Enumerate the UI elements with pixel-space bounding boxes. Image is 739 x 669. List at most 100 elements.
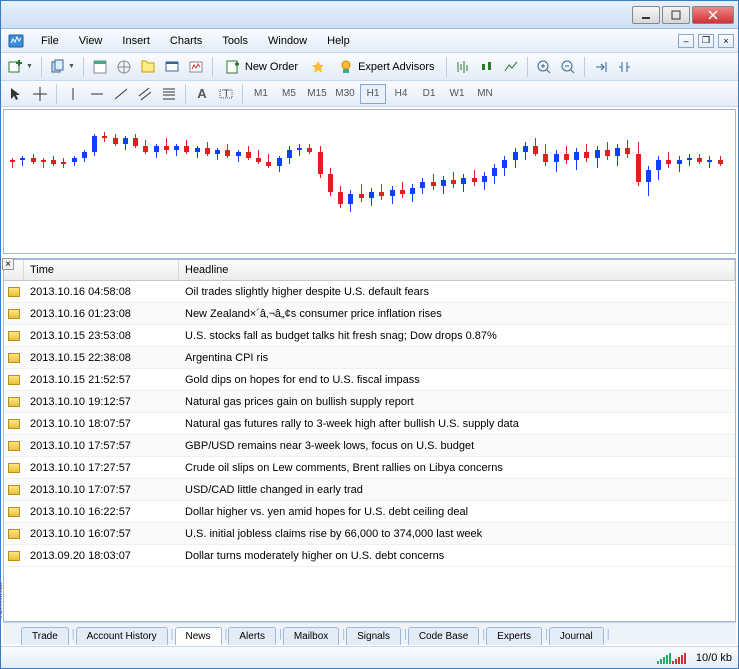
menu-window[interactable]: Window: [258, 32, 317, 50]
new-order-button[interactable]: New Order: [218, 56, 305, 78]
news-time: 2013.10.10 17:27:57: [24, 462, 179, 474]
vertical-line-tool[interactable]: [62, 83, 84, 105]
menubar: File View Insert Charts Tools Window Hel…: [1, 29, 738, 53]
terminal-tabs: Trade|Account History|News|Alerts|Mailbo…: [3, 622, 736, 644]
strategy-tester-button[interactable]: [185, 56, 207, 78]
terminal-panel: × Time Headline 2013.10.16 04:58:08Oil t…: [3, 258, 736, 644]
app-window: File View Insert Charts Tools Window Hel…: [0, 0, 739, 669]
menu-help[interactable]: Help: [317, 32, 360, 50]
toolbar-main: ▼ ▼ New Order Expert Advisors: [1, 53, 738, 81]
news-row[interactable]: 2013.10.15 21:52:57Gold dips on hopes fo…: [4, 369, 735, 391]
news-row[interactable]: 2013.10.16 01:23:08New Zealand×´â‚¬â„¢s …: [4, 303, 735, 325]
text-tool[interactable]: A: [191, 83, 213, 105]
news-time: 2013.10.15 22:38:08: [24, 352, 179, 364]
timeframe-m5[interactable]: M5: [276, 84, 302, 104]
news-headline: Gold dips on hopes for end to U.S. fisca…: [179, 374, 735, 386]
col-headline[interactable]: Headline: [179, 260, 735, 280]
auto-scroll-button[interactable]: [590, 56, 612, 78]
news-row[interactable]: 2013.10.10 16:07:57U.S. initial jobless …: [4, 523, 735, 545]
menu-view[interactable]: View: [69, 32, 113, 50]
horizontal-line-tool[interactable]: [86, 83, 108, 105]
menu-charts[interactable]: Charts: [160, 32, 212, 50]
terminal-close-button[interactable]: ×: [2, 258, 14, 270]
chart-area[interactable]: [3, 109, 736, 254]
fibonacci-tool[interactable]: [158, 83, 180, 105]
terminal-tab-code-base[interactable]: Code Base: [408, 627, 479, 645]
news-headline: GBP/USD remains near 3-week lows, focus …: [179, 440, 735, 452]
bar-chart-button[interactable]: [452, 56, 474, 78]
window-maximize-button[interactable]: [662, 6, 690, 24]
window-close-button[interactable]: [692, 6, 734, 24]
separator: [527, 57, 528, 77]
trendline-tool[interactable]: [110, 83, 132, 105]
mdi-restore-button[interactable]: ❐: [698, 34, 714, 48]
news-item-icon: [4, 287, 24, 297]
news-time: 2013.10.10 18:07:57: [24, 418, 179, 430]
menu-tools[interactable]: Tools: [212, 32, 258, 50]
zoom-in-button[interactable]: [533, 56, 555, 78]
separator: [212, 57, 213, 77]
col-time[interactable]: Time: [24, 260, 179, 280]
profiles-button[interactable]: ▼: [47, 56, 78, 78]
news-row[interactable]: 2013.10.10 17:57:57GBP/USD remains near …: [4, 435, 735, 457]
news-row[interactable]: 2013.10.10 19:12:57Natural gas prices ga…: [4, 391, 735, 413]
data-window-button[interactable]: [113, 56, 135, 78]
news-row[interactable]: 2013.10.10 17:27:57Crude oil slips on Le…: [4, 457, 735, 479]
timeframe-h1[interactable]: H1: [360, 84, 386, 104]
titlebar[interactable]: [1, 1, 738, 29]
text-label-tool[interactable]: T: [215, 83, 237, 105]
terminal-label: Terminal: [0, 582, 5, 620]
news-headline: USD/CAD little changed in early trad: [179, 484, 735, 496]
timeframe-h4[interactable]: H4: [388, 84, 414, 104]
line-chart-button[interactable]: [500, 56, 522, 78]
timeframe-m15[interactable]: M15: [304, 84, 330, 104]
timeframe-d1[interactable]: D1: [416, 84, 442, 104]
news-item-icon: [4, 463, 24, 473]
timeframe-mn[interactable]: MN: [472, 84, 498, 104]
news-grid[interactable]: Time Headline 2013.10.16 04:58:08Oil tra…: [3, 259, 736, 622]
menu-insert[interactable]: Insert: [112, 32, 160, 50]
chart-shift-button[interactable]: [614, 56, 636, 78]
terminal-tab-signals[interactable]: Signals: [346, 627, 401, 645]
expert-advisors-button[interactable]: Expert Advisors: [331, 56, 441, 78]
terminal-button[interactable]: [161, 56, 183, 78]
candlestick-button[interactable]: [476, 56, 498, 78]
news-row[interactable]: 2013.10.15 22:38:08Argentina CPI ris: [4, 347, 735, 369]
terminal-tab-news[interactable]: News: [175, 627, 222, 645]
status-traffic: 10/0 kb: [696, 652, 732, 664]
meta-quotes-button[interactable]: [307, 56, 329, 78]
terminal-tab-account-history[interactable]: Account History: [76, 627, 168, 645]
news-time: 2013.10.10 19:12:57: [24, 396, 179, 408]
news-row[interactable]: 2013.10.15 23:53:08U.S. stocks fall as b…: [4, 325, 735, 347]
new-chart-button[interactable]: ▼: [5, 56, 36, 78]
crosshair-tool[interactable]: [29, 83, 51, 105]
window-minimize-button[interactable]: [632, 6, 660, 24]
terminal-tab-journal[interactable]: Journal: [549, 627, 604, 645]
timeframe-m1[interactable]: M1: [248, 84, 274, 104]
news-row[interactable]: 2013.10.10 17:07:57USD/CAD little change…: [4, 479, 735, 501]
news-row[interactable]: 2013.10.16 04:58:08Oil trades slightly h…: [4, 281, 735, 303]
navigator-button[interactable]: [137, 56, 159, 78]
cursor-tool[interactable]: [5, 83, 27, 105]
terminal-tab-trade[interactable]: Trade: [21, 627, 69, 645]
news-headline: New Zealand×´â‚¬â„¢s consumer price infl…: [179, 308, 735, 320]
news-item-icon: [4, 309, 24, 319]
news-time: 2013.10.10 17:07:57: [24, 484, 179, 496]
timeframe-m30[interactable]: M30: [332, 84, 358, 104]
terminal-tab-alerts[interactable]: Alerts: [228, 627, 276, 645]
news-headline: Argentina CPI ris: [179, 352, 735, 364]
mdi-minimize-button[interactable]: –: [678, 34, 694, 48]
terminal-tab-experts[interactable]: Experts: [486, 627, 542, 645]
menu-file[interactable]: File: [31, 32, 69, 50]
news-headline: Dollar turns moderately higher on U.S. d…: [179, 550, 735, 562]
news-row[interactable]: 2013.10.10 18:07:57Natural gas futures r…: [4, 413, 735, 435]
timeframe-w1[interactable]: W1: [444, 84, 470, 104]
zoom-out-button[interactable]: [557, 56, 579, 78]
expert-advisors-label: Expert Advisors: [358, 61, 434, 73]
equidistant-channel-tool[interactable]: [134, 83, 156, 105]
market-watch-button[interactable]: [89, 56, 111, 78]
news-row[interactable]: 2013.10.10 16:22:57Dollar higher vs. yen…: [4, 501, 735, 523]
mdi-close-button[interactable]: ×: [718, 34, 734, 48]
terminal-tab-mailbox[interactable]: Mailbox: [283, 627, 339, 645]
news-row[interactable]: 2013.09.20 18:03:07Dollar turns moderate…: [4, 545, 735, 567]
